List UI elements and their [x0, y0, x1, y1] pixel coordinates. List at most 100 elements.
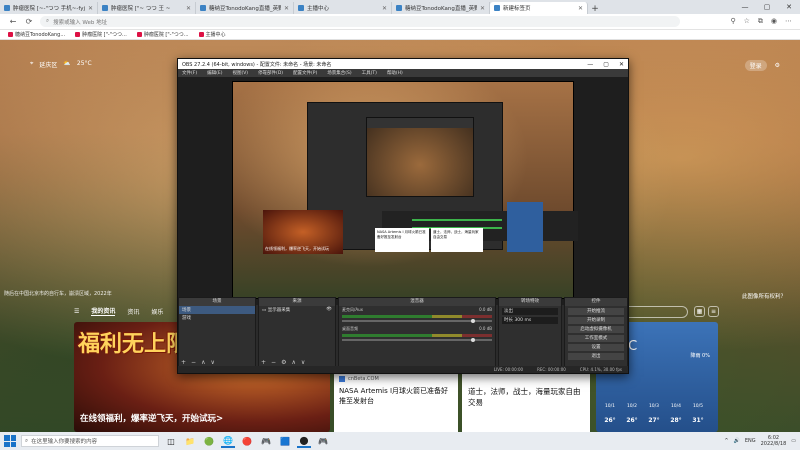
menu-scene-collection[interactable]: 场景集合(S) [327, 70, 351, 76]
browser-tab[interactable]: 主播中心 ✕ [294, 2, 392, 14]
source-item[interactable]: ▭ 显示器采集 👁 [259, 306, 335, 314]
image-caption[interactable]: 随后在中国北京市的自行车，崩溃区域，2022年 [4, 290, 112, 297]
close-icon[interactable]: ✕ [578, 5, 583, 12]
add-icon[interactable]: + [261, 359, 266, 366]
favorites-icon[interactable]: ☆ [744, 17, 750, 26]
scene-item[interactable]: 场景 [179, 306, 255, 314]
start-button[interactable] [4, 435, 16, 447]
visibility-icon[interactable]: 👁 [326, 307, 332, 312]
virtual-camera-button[interactable]: 启动虚拟摄像机 [568, 326, 624, 333]
steam-icon[interactable]: 🎮 [316, 434, 330, 448]
extensions-icon[interactable]: ⚲ [730, 17, 735, 26]
tray-overflow-icon[interactable]: ^ [724, 438, 728, 444]
obs-icon[interactable]: ⬤ [297, 434, 311, 448]
sources-dock: 来源 ▭ 显示器采集 👁 + − ⚙ ∧ ∨ [258, 297, 336, 369]
menu-docks[interactable]: 停靠部件(D) [258, 70, 283, 76]
dock-title: 混音器 [339, 298, 495, 306]
address-bar[interactable]: ⌕ 搜索或输入 Web 地址 [40, 16, 680, 27]
add-icon[interactable]: + [181, 359, 186, 366]
transition-select[interactable]: 淡出 [502, 308, 558, 315]
obs-titlebar[interactable]: OBS 27.2.4 (64-bit, windows) - 配置文件: 未命名… [178, 59, 628, 69]
more-icon[interactable]: ⋯ [785, 17, 792, 26]
feed-tab-entertainment[interactable]: 娱乐 [151, 307, 163, 316]
maximize-button[interactable]: ▢ [603, 61, 609, 68]
duration-field[interactable]: 时长 300 ms [502, 317, 558, 324]
task-view-icon[interactable]: ◫ [164, 434, 178, 448]
feed-tab-my[interactable]: 我的资讯 [91, 306, 116, 316]
back-icon[interactable]: ← [8, 17, 18, 26]
minimize-button[interactable]: — [734, 0, 756, 14]
grid-icon[interactable]: ▦ [694, 306, 705, 317]
browser-tab[interactable]: 糖纳豆TonodoKang直播_英野岩✕ [196, 2, 294, 14]
down-icon[interactable]: ∨ [301, 359, 305, 366]
taskbar-search[interactable]: ⌕ 在这里输入你要搜索的内容 [21, 435, 159, 447]
steam-icon[interactable]: 🎮 [259, 434, 273, 448]
scene-item[interactable]: 游戏 [179, 314, 255, 322]
feed-tab-news[interactable]: 资讯 [127, 307, 139, 316]
app-icon[interactable]: 🔴 [240, 434, 254, 448]
tab-favicon [396, 5, 402, 11]
close-icon[interactable]: ✕ [186, 5, 191, 12]
gear-icon[interactable]: ⚙ [281, 359, 286, 366]
refresh-icon[interactable]: ⟳ [24, 17, 34, 26]
app-icon[interactable]: 🟢 [202, 434, 216, 448]
image-info-link[interactable]: 此图像所有权利？ [742, 292, 786, 300]
menu-tools[interactable]: 工具(T) [362, 70, 377, 76]
file-explorer-icon[interactable]: 📁 [183, 434, 197, 448]
remove-icon[interactable]: − [271, 359, 276, 366]
favorite-item[interactable]: 肿瘤医院 ["-"つつ... [75, 31, 127, 38]
preview-canvas[interactable]: 在线领福利，爆率逆飞天，开始试玩 NASA Artemis I 月球火箭已准备好… [232, 81, 578, 299]
feed-card-game[interactable]: 道士，法师，战士，海量玩家自由交易 [462, 372, 590, 432]
menu-profile[interactable]: 配置文件(P) [293, 70, 317, 76]
collections-icon[interactable]: ⧉ [758, 17, 763, 26]
menu-edit[interactable]: 编辑(E) [207, 70, 222, 76]
favorite-item[interactable]: 肿瘤医院 ["-"つつ... [136, 31, 189, 38]
up-icon[interactable]: ∧ [201, 359, 205, 366]
new-tab-button[interactable]: + [588, 4, 602, 14]
up-icon[interactable]: ∧ [291, 359, 295, 366]
close-icon[interactable]: ✕ [88, 5, 93, 12]
menu-icon[interactable]: ☰ [74, 308, 79, 315]
close-icon[interactable]: ✕ [480, 5, 485, 12]
edge-icon[interactable]: 🌐 [221, 434, 235, 448]
forecast-day: 10/1 26° [604, 404, 616, 424]
volume-slider[interactable] [342, 319, 492, 323]
menu-help[interactable]: 帮助(H) [387, 70, 403, 76]
start-recording-button[interactable]: 开始录制 [568, 317, 624, 324]
minimize-button[interactable]: — [587, 61, 593, 68]
list-icon[interactable]: ≡ [708, 306, 719, 317]
browser-tab-active[interactable]: 新建标签页 ✕ [490, 2, 588, 14]
close-icon[interactable]: ✕ [284, 5, 289, 12]
weather-icon: ⛅ [63, 60, 71, 67]
favorite-item[interactable]: 糖纳豆TonodoKang... [8, 31, 65, 38]
browser-tab[interactable]: 肿瘤医院 [~-"つつ 手机~-fyj ✕ [0, 2, 98, 14]
clock[interactable]: 6:02 2022/8/18 [761, 435, 787, 447]
remove-icon[interactable]: − [191, 359, 196, 366]
close-icon[interactable]: ✕ [382, 5, 387, 12]
studio-mode-button[interactable]: 工作室模式 [568, 335, 624, 342]
close-window-button[interactable]: ✕ [778, 0, 800, 14]
card-source: cnBeta.COM [339, 376, 453, 382]
ntp-location-weather[interactable]: ⌖ 延庆区 ⛅ 25°C [30, 60, 92, 69]
close-window-button[interactable]: ✕ [619, 61, 624, 68]
exit-button[interactable]: 退出 [568, 353, 624, 360]
feed-card-news[interactable]: cnBeta.COM NASA Artemis I月球火箭已准备好推至发射台 [334, 372, 458, 432]
start-streaming-button[interactable]: 开始推流 [568, 308, 624, 315]
down-icon[interactable]: ∨ [210, 359, 214, 366]
settings-button[interactable]: 设置 [568, 344, 624, 351]
favorite-item[interactable]: 主播中心 [198, 31, 226, 38]
signin-button[interactable]: 登录 [744, 60, 767, 71]
settings-icon[interactable]: ⚙ [775, 62, 780, 69]
browser-tab[interactable]: 糖纳豆TonodoKang直播_英野岩✕ [392, 2, 490, 14]
browser-tab[interactable]: 肿瘤医院 ["~ つつ 王 ~ ✕ [98, 2, 196, 14]
menu-view[interactable]: 视图(V) [232, 70, 248, 76]
input-language[interactable]: ENG [745, 438, 756, 444]
profile-icon[interactable]: ◉ [771, 17, 777, 26]
volume-icon[interactable]: 🔊 [734, 438, 740, 444]
obs-preview-area[interactable]: 在线领福利，爆率逆飞天，开始试玩 NASA Artemis I 月球火箭已准备好… [178, 77, 628, 309]
notifications-icon[interactable]: ▭ [791, 438, 796, 444]
maximize-button[interactable]: ▢ [756, 0, 778, 14]
menu-file[interactable]: 文件(F) [182, 70, 197, 76]
volume-slider[interactable] [342, 338, 492, 342]
app-icon[interactable]: 🟦 [278, 434, 292, 448]
